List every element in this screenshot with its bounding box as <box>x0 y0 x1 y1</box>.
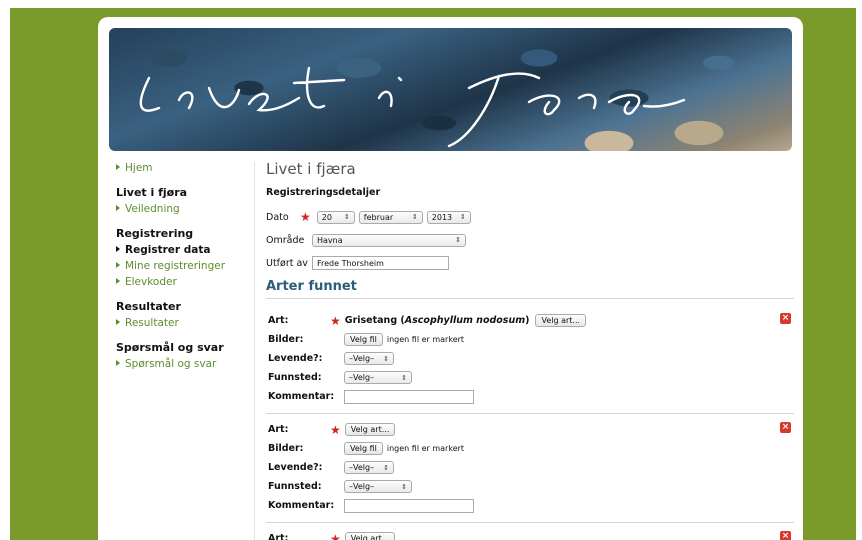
kommentar-label: Kommentar: <box>268 500 335 511</box>
velg-fil-button[interactable]: Velg fil <box>344 442 383 455</box>
arter-heading: Arter funnet <box>266 279 794 299</box>
art-entry: × Art: ★ Velg art... Bilder: Velg fil in… <box>266 414 794 523</box>
page-title: Livet i fjæra <box>266 160 356 178</box>
details-heading: Registreringsdetaljer <box>266 187 381 198</box>
header-banner <box>109 28 792 151</box>
utfort-input[interactable]: Frede Thorsheim <box>312 256 449 270</box>
funnsted-select[interactable]: –Velg– ⇕ <box>344 480 412 493</box>
sidebar-item-hjem[interactable]: Hjem <box>116 162 256 174</box>
sidebar-heading-livet: Livet i fjøra <box>116 186 188 199</box>
delete-icon[interactable]: × <box>780 531 791 540</box>
levende-label: Levende?: <box>268 353 323 364</box>
sidebar-item-elevkoder[interactable]: Elevkoder <box>116 276 256 288</box>
no-file-text: ingen fil er markert <box>386 335 465 344</box>
bilder-label: Bilder: <box>268 443 304 454</box>
utfort-label: Utført av <box>266 257 308 269</box>
required-icon: ★ <box>330 313 341 328</box>
funnsted-label: Funnsted: <box>268 481 322 492</box>
funnsted-label: Funnsted: <box>268 372 322 383</box>
sidebar-item-veiledning[interactable]: Veiledning <box>116 203 256 215</box>
species-name: Grisetang (Ascophyllum nodosum) <box>344 315 530 326</box>
omrade-label: Område <box>266 234 305 246</box>
sidebar-divider <box>254 162 255 540</box>
sidebar-heading-registrering: Registrering <box>116 227 194 240</box>
omrade-select[interactable]: Havna ⇕ <box>312 233 466 247</box>
required-icon: ★ <box>300 210 311 224</box>
sidebar-heading-resultater: Resultater <box>116 300 181 313</box>
utfort-row: Utført av Frede Thorsheim <box>266 253 794 273</box>
kommentar-input[interactable] <box>344 498 474 513</box>
funnsted-select[interactable]: –Velg– ⇕ <box>344 371 412 384</box>
sidebar-heading-sporsmal: Spørsmål og svar <box>116 341 224 354</box>
main-content: Livet i fjæra Registreringsdetaljer Dato… <box>266 160 794 540</box>
levende-label: Levende?: <box>268 462 323 473</box>
dato-row: Dato ★ 20 ⇕ februar ⇕ 2013 ⇕ <box>266 207 794 227</box>
velg-fil-button[interactable]: Velg fil <box>344 333 383 346</box>
velg-art-button[interactable]: Velg art... <box>344 423 396 436</box>
banner-logo <box>139 66 686 148</box>
month-select[interactable]: februar ⇕ <box>358 210 423 224</box>
day-select[interactable]: 20 ⇕ <box>316 210 355 224</box>
delete-icon[interactable]: × <box>780 313 791 324</box>
delete-icon[interactable]: × <box>780 422 791 433</box>
required-icon: ★ <box>330 422 341 437</box>
sidebar: Hjem Livet i fjøra Veiledning Registreri… <box>116 162 256 374</box>
year-select[interactable]: 2013 ⇕ <box>426 210 471 224</box>
kommentar-input[interactable] <box>344 389 474 404</box>
bilder-label: Bilder: <box>268 334 304 345</box>
omrade-row: Område Havna ⇕ <box>266 230 794 250</box>
velg-art-button[interactable]: Velg art... <box>344 532 396 540</box>
required-icon: ★ <box>330 531 341 540</box>
art-entry: × Art: ★ Velg art... <box>266 523 794 540</box>
sidebar-item-mine-registreringer[interactable]: Mine registreringer <box>116 260 256 272</box>
kommentar-label: Kommentar: <box>268 391 335 402</box>
sidebar-item-registrer-data[interactable]: Registrer data <box>116 244 256 256</box>
art-entry: × Art: ★ Grisetang (Ascophyllum nodosum)… <box>266 305 794 414</box>
levende-select[interactable]: –Velg– ⇕ <box>344 352 394 365</box>
no-file-text: ingen fil er markert <box>386 444 465 453</box>
page-container: Hjem Livet i fjøra Veiledning Registreri… <box>98 17 803 540</box>
sidebar-item-resultater[interactable]: Resultater <box>116 317 256 329</box>
levende-select[interactable]: –Velg– ⇕ <box>344 461 394 474</box>
sidebar-item-sporsmal[interactable]: Spørsmål og svar <box>116 358 256 370</box>
velg-art-button[interactable]: Velg art... <box>535 314 587 327</box>
